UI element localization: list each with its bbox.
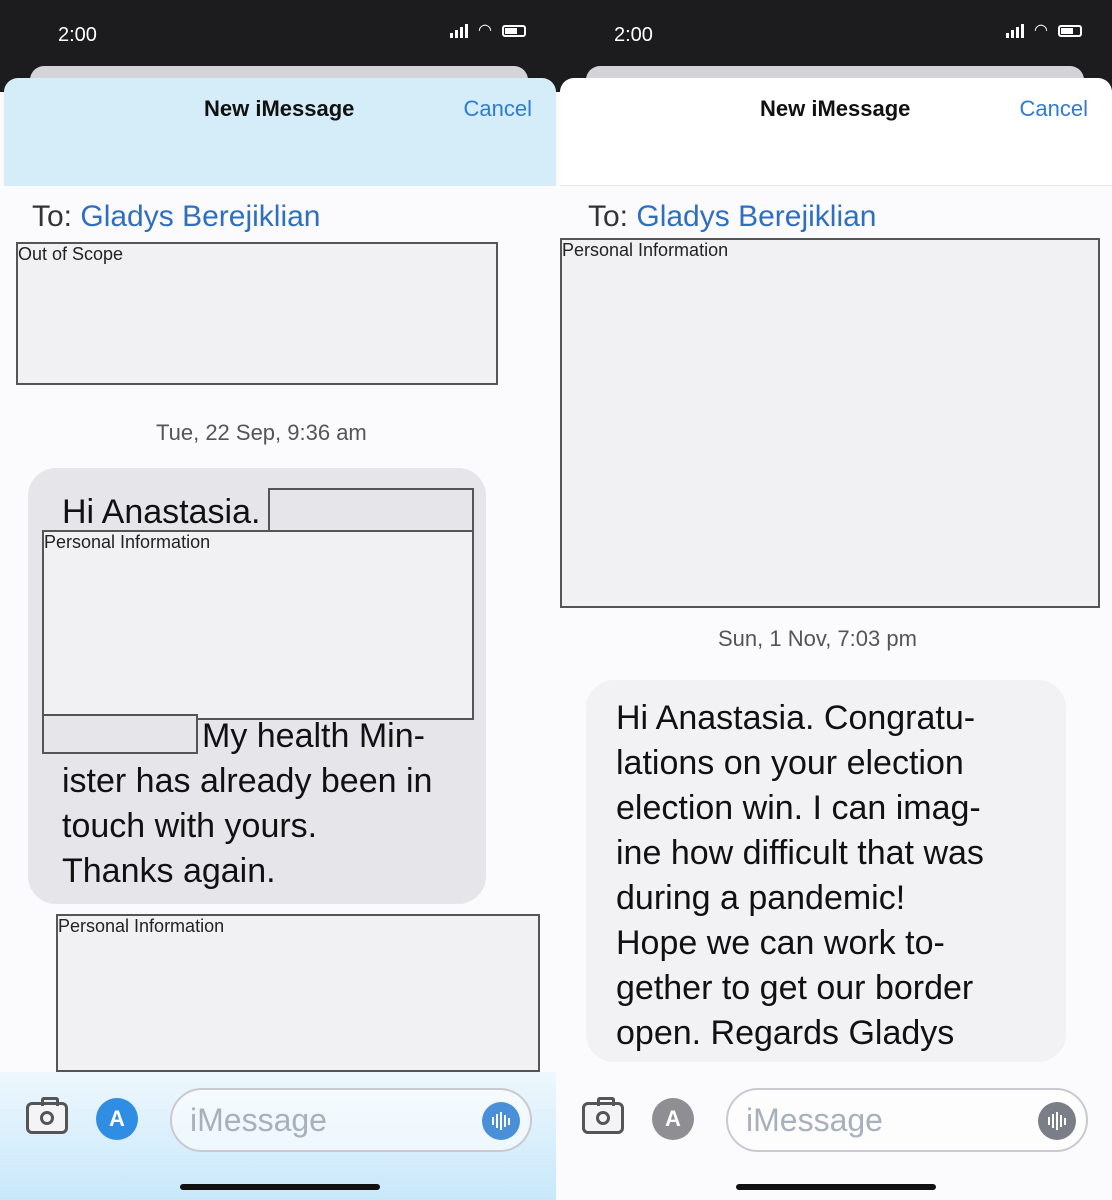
- message-input-bar: A iMessage: [556, 1072, 1112, 1200]
- redaction-label: Personal Information: [44, 532, 211, 552]
- wifi-icon: ◠: [1034, 22, 1048, 39]
- to-label: To:: [588, 200, 629, 233]
- message-line: gether to get our border: [616, 969, 974, 1007]
- to-label: To:: [32, 200, 73, 233]
- nav-title: New iMessage: [760, 96, 911, 121]
- status-time: 2:00: [58, 24, 97, 46]
- message-line: Hi Anastasia. Congratu-: [616, 699, 976, 737]
- message-line: ister has already been in: [62, 762, 433, 800]
- home-indicator[interactable]: [736, 1184, 936, 1190]
- audio-icon[interactable]: [1038, 1102, 1076, 1140]
- message-line: lations on your election: [616, 744, 964, 782]
- to-field[interactable]: To: Gladys Berejiklian: [32, 200, 320, 234]
- message-line: Thanks again.: [62, 852, 276, 890]
- redaction-box: Personal Information: [42, 530, 474, 720]
- message-line: election win. I can imag-: [616, 789, 981, 827]
- message-text: Hi Anastasia. Congratu- lations on your …: [616, 696, 984, 1056]
- redaction-label: Personal Information: [58, 916, 225, 936]
- message-input[interactable]: iMessage: [170, 1088, 532, 1152]
- signal-icon: [450, 24, 469, 38]
- battery-icon: [1058, 25, 1082, 37]
- app-store-icon[interactable]: A: [652, 1098, 694, 1140]
- cancel-button[interactable]: Cancel: [464, 96, 532, 122]
- redaction-box: Personal Information: [56, 914, 540, 1072]
- wifi-icon: ◠: [478, 22, 492, 39]
- redaction-box: Out of Scope: [16, 242, 498, 385]
- camera-icon[interactable]: [26, 1097, 68, 1134]
- message-line: during a pandemic!: [616, 879, 906, 917]
- audio-icon[interactable]: [482, 1102, 520, 1140]
- message-line: My health Min-: [202, 717, 425, 755]
- to-field[interactable]: To: Gladys Berejiklian: [588, 200, 876, 234]
- camera-icon[interactable]: [582, 1097, 624, 1134]
- recipient-name[interactable]: Gladys Berejiklian: [80, 200, 320, 233]
- message-input[interactable]: iMessage: [726, 1088, 1088, 1152]
- message-text: Hi Anastasia.: [62, 490, 260, 535]
- recipient-name[interactable]: Gladys Berejiklian: [636, 200, 876, 233]
- cancel-button[interactable]: Cancel: [1020, 96, 1088, 122]
- app-store-icon[interactable]: A: [96, 1098, 138, 1140]
- message-text: My health Min- ister has already been in…: [62, 714, 432, 894]
- message-line: open. Regards Gladys: [616, 1014, 955, 1052]
- redaction-label: Personal Information: [562, 240, 729, 260]
- status-icons: ◠: [450, 22, 526, 39]
- message-timestamp: Tue, 22 Sep, 9:36 am: [156, 420, 367, 445]
- signal-icon: [1006, 24, 1025, 38]
- redaction-box: Personal Information: [560, 238, 1100, 608]
- redaction-label: Out of Scope: [18, 244, 124, 264]
- battery-icon: [502, 25, 526, 37]
- message-line: ine how difficult that was: [616, 834, 984, 872]
- nav-bar: New iMessage Cancel: [4, 78, 556, 186]
- status-icons: ◠: [1006, 22, 1082, 39]
- home-indicator[interactable]: [180, 1184, 380, 1190]
- message-line: touch with yours.: [62, 807, 318, 845]
- message-input-placeholder: iMessage: [190, 1102, 327, 1138]
- nav-bar: New iMessage Cancel: [560, 78, 1112, 186]
- nav-title: New iMessage: [204, 96, 355, 121]
- right-phone-screenshot: 2:00 ◠ New iMessage Cancel To: Gladys Be…: [556, 0, 1112, 1200]
- status-time: 2:00: [614, 24, 653, 46]
- message-line: Hi Anastasia.: [62, 493, 261, 531]
- message-input-placeholder: iMessage: [746, 1102, 883, 1138]
- message-timestamp: Sun, 1 Nov, 7:03 pm: [718, 626, 917, 651]
- message-input-bar: A iMessage: [0, 1072, 556, 1200]
- message-line: Hope we can work to-: [616, 924, 945, 962]
- left-phone-screenshot: 2:00 ◠ New iMessage Cancel To: Gladys Be…: [0, 0, 556, 1200]
